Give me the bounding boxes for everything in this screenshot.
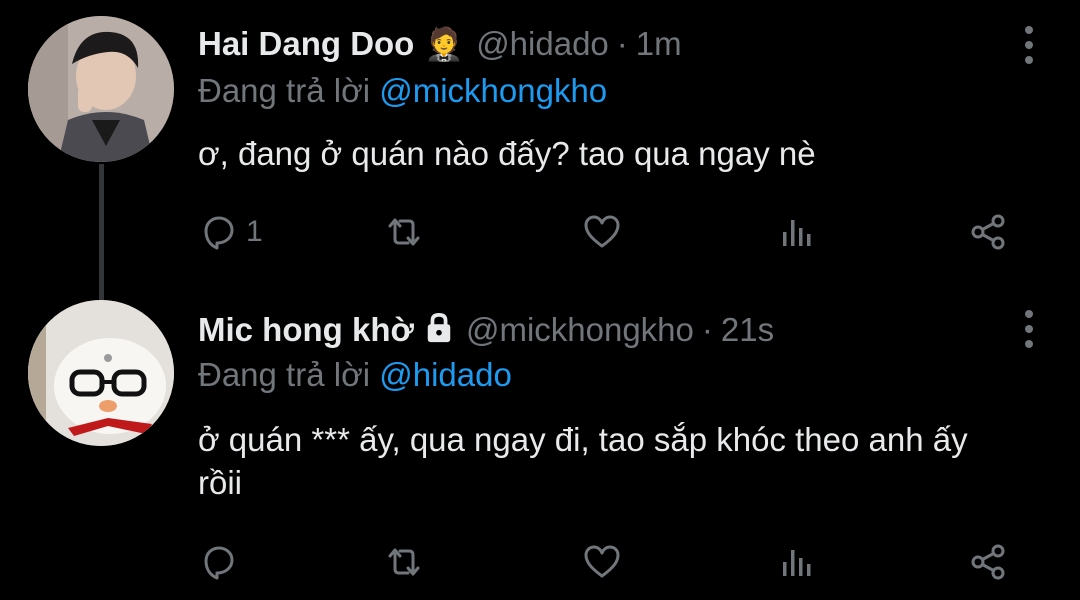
username[interactable]: @hidado [476, 25, 609, 63]
reply-mention-link[interactable]: @mickhongkho [379, 72, 607, 109]
avatar[interactable] [28, 16, 174, 162]
reply-icon [204, 546, 234, 580]
replying-to: Đang trả lời @hidado [198, 356, 512, 394]
retweet-button[interactable] [384, 208, 424, 256]
views-icon [783, 220, 811, 246]
action-bar [198, 538, 1018, 586]
reply-button[interactable] [198, 538, 246, 586]
reply-prefix: Đang trả lời [198, 72, 380, 109]
lock-icon [424, 312, 454, 349]
avatar[interactable] [28, 300, 174, 446]
reply-button[interactable]: 1 [198, 208, 263, 256]
like-icon [584, 215, 620, 248]
reply-count: 1 [246, 215, 263, 248]
tweet-header: Hai Dang Doo 🤵 @hidado · 1m [198, 22, 682, 66]
share-icon [971, 214, 1005, 250]
share-icon [971, 544, 1005, 580]
views-icon [783, 550, 811, 576]
action-bar: 1 [198, 208, 1018, 256]
retweet-icon [388, 548, 420, 576]
tweet-hai-dang-doo[interactable]: Hai Dang Doo 🤵 @hidado · 1m Đang trả lời… [0, 0, 1080, 300]
like-button[interactable] [582, 538, 622, 586]
username[interactable]: @mickhongkho [466, 311, 694, 349]
retweet-icon [388, 218, 420, 246]
retweet-button[interactable] [384, 538, 424, 586]
tweet-header: Mic hong khờ @mickhongkho · 21s [198, 308, 774, 352]
avatar-plush-icon [28, 300, 174, 446]
tweet-mic-hong-kho[interactable]: Mic hong khờ @mickhongkho · 21s Đang trả… [0, 290, 1080, 600]
views-button[interactable] [776, 208, 816, 256]
display-name[interactable]: Mic hong khờ [198, 311, 414, 349]
timestamp[interactable]: 1m [636, 25, 682, 63]
separator: · [616, 25, 628, 62]
tweet-text: ơ, đang ở quán nào đấy? tao qua ngay nè [198, 135, 816, 172]
reply-mention-link[interactable]: @hidado [379, 356, 512, 393]
more-icon[interactable] [1022, 310, 1036, 348]
like-button[interactable] [582, 208, 622, 256]
reply-icon [204, 216, 234, 250]
share-button[interactable] [968, 538, 1008, 586]
display-name[interactable]: Hai Dang Doo [198, 25, 414, 63]
thread-line [99, 164, 104, 300]
reply-prefix: Đang trả lời [198, 356, 380, 393]
timestamp[interactable]: 21s [721, 311, 774, 349]
share-button[interactable] [968, 208, 1008, 256]
avatar-photo-icon [28, 16, 174, 162]
separator: · [701, 311, 713, 348]
like-icon [584, 545, 620, 578]
more-icon[interactable] [1022, 26, 1036, 64]
replying-to: Đang trả lời @mickhongkho [198, 72, 607, 110]
views-button[interactable] [776, 538, 816, 586]
profile-badge-icon: 🤵 [424, 26, 465, 62]
tweet-text: ở quán *** ấy, qua ngay đi, tao sắp khóc… [198, 421, 968, 501]
